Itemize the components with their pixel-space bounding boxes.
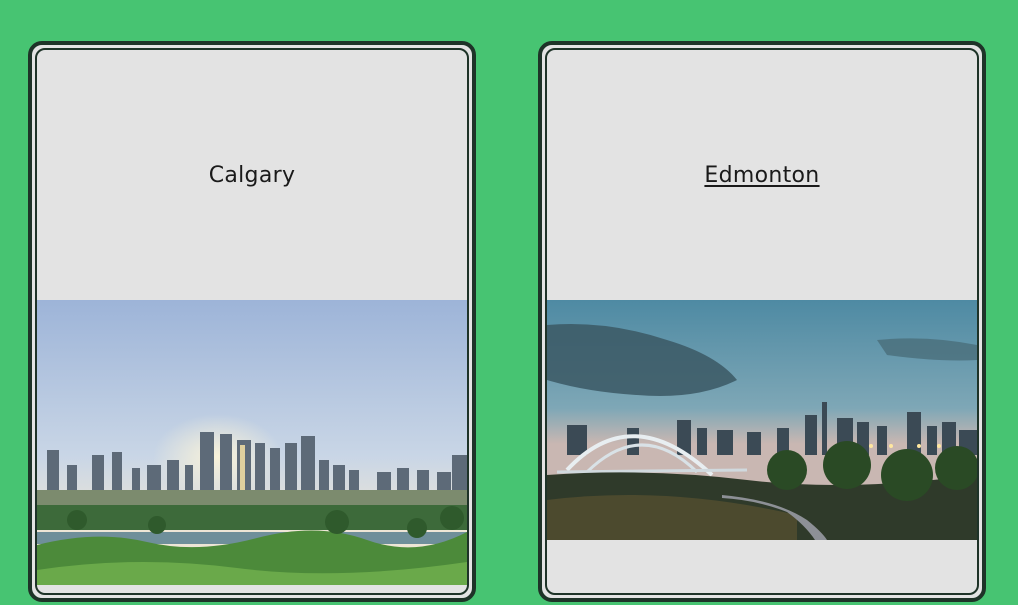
card-title-area: Edmonton — [547, 50, 977, 300]
card-title-area: Calgary — [37, 50, 467, 300]
city-title[interactable]: Calgary — [209, 163, 296, 188]
city-card-edmonton[interactable]: Edmonton — [538, 41, 986, 602]
card-inner-frame: Calgary — [35, 48, 469, 595]
city-photo — [547, 300, 977, 540]
city-title-link[interactable]: Edmonton — [704, 163, 819, 188]
card-inner-frame: Edmonton — [545, 48, 979, 595]
city-photo — [37, 300, 467, 585]
city-card-calgary[interactable]: Calgary — [28, 41, 476, 602]
